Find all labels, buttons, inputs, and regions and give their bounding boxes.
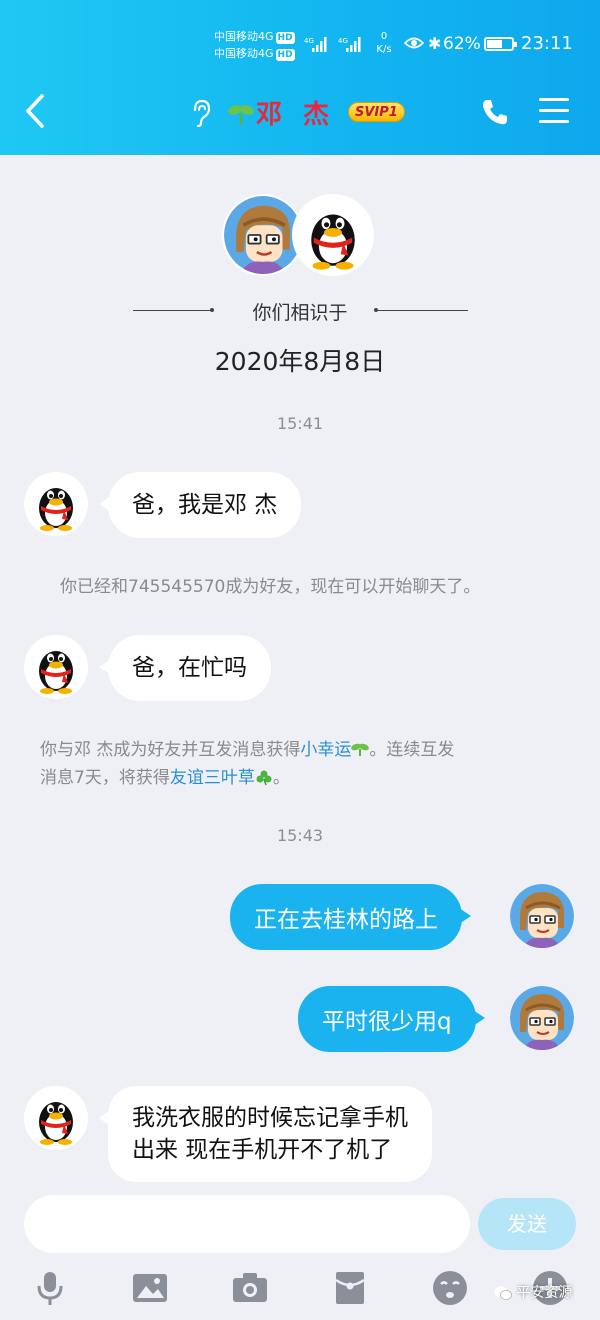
wechat-icon bbox=[494, 1286, 512, 1300]
menu-icon[interactable] bbox=[539, 98, 569, 124]
emoji-icon[interactable] bbox=[430, 1268, 470, 1308]
ear-icon[interactable] bbox=[190, 98, 212, 128]
camera-icon[interactable] bbox=[230, 1268, 270, 1308]
message-text: 爸，在忙吗 bbox=[132, 655, 247, 681]
clock: 23:11 bbox=[521, 33, 573, 54]
contact-avatar-large bbox=[292, 194, 374, 276]
met-date: 2020年8月8日 bbox=[214, 347, 386, 376]
message-text: 我洗衣服的时候忘记拿手机 bbox=[132, 1105, 408, 1131]
battery-level bbox=[487, 40, 502, 48]
my-avatar[interactable] bbox=[510, 884, 574, 948]
eye-icon bbox=[404, 37, 424, 49]
message-text: 平时很少用q bbox=[322, 1009, 452, 1035]
system-message-friendship: 你与邓 杰成为好友并互发消息获得小幸运 。连续互发 消息7天，将获得友谊三叶草。 bbox=[40, 740, 455, 788]
signal-icon: 4G bbox=[304, 37, 327, 52]
incoming-message[interactable]: 爸，在忙吗 bbox=[99, 635, 271, 701]
clover-icon bbox=[256, 770, 272, 785]
battery-icon bbox=[484, 37, 517, 51]
link-lucky[interactable]: 小幸运 bbox=[300, 740, 351, 760]
link-clover[interactable]: 友谊三叶草 bbox=[170, 768, 255, 788]
send-button[interactable]: 发送 bbox=[478, 1198, 576, 1250]
contact-avatar[interactable] bbox=[24, 472, 88, 536]
battery-percent: 62% bbox=[443, 34, 481, 54]
outgoing-message[interactable]: 正在去桂林的路上 bbox=[230, 884, 471, 950]
bluetooth-icon: ✱ bbox=[428, 34, 442, 53]
message-input[interactable] bbox=[24, 1195, 470, 1253]
timestamp: 15:43 bbox=[276, 826, 324, 845]
net-speed: 0 K/s bbox=[376, 31, 392, 55]
outgoing-message[interactable]: 平时很少用q bbox=[298, 986, 485, 1052]
sprout-icon bbox=[351, 743, 370, 756]
chat-header: 中国移动4G HD 中国移动4G HD 4G 4G 0 K/s ✱ 62% 23:1… bbox=[0, 0, 600, 155]
red-packet-icon[interactable] bbox=[330, 1268, 370, 1308]
phone-icon[interactable] bbox=[480, 97, 510, 127]
svg-text:4G: 4G bbox=[338, 37, 348, 45]
watermark: 平安资源 bbox=[494, 1282, 594, 1308]
met-label: 你们相识于 bbox=[252, 302, 348, 324]
contact-avatar[interactable] bbox=[24, 1086, 88, 1150]
status-bar: 中国移动4G HD 中国移动4G HD 4G 4G 0 K/s ✱ 62% 23:1… bbox=[0, 0, 600, 70]
contact-name[interactable]: 邓 杰 bbox=[256, 94, 335, 131]
intro-avatars bbox=[222, 194, 382, 278]
message-text: 出来 现在手机开不了机了 bbox=[132, 1137, 393, 1163]
microphone-icon[interactable] bbox=[30, 1268, 70, 1308]
message-text: 爸，我是邓 杰 bbox=[132, 492, 278, 518]
svip-badge[interactable]: SVIP1 bbox=[348, 102, 405, 122]
signal-icon: 4G bbox=[338, 37, 361, 52]
timestamp: 15:41 bbox=[276, 414, 324, 433]
incoming-message[interactable]: 爸，我是邓 杰 bbox=[98, 472, 302, 538]
my-avatar[interactable] bbox=[510, 986, 574, 1050]
incoming-message[interactable]: 我洗衣服的时候忘记拿手机 出来 现在手机开不了机了 bbox=[99, 1086, 432, 1182]
message-text: 正在去桂林的路上 bbox=[254, 907, 438, 933]
carrier-info: 中国移动4G HD 中国移动4G HD bbox=[214, 30, 295, 61]
system-message: 你已经和745545570成为好友，现在可以开始聊天了。 bbox=[60, 577, 481, 597]
sprout-icon bbox=[228, 105, 254, 125]
image-icon[interactable] bbox=[130, 1268, 170, 1308]
back-icon[interactable] bbox=[22, 92, 50, 130]
contact-avatar[interactable] bbox=[24, 635, 88, 699]
svg-text:4G: 4G bbox=[304, 37, 314, 45]
